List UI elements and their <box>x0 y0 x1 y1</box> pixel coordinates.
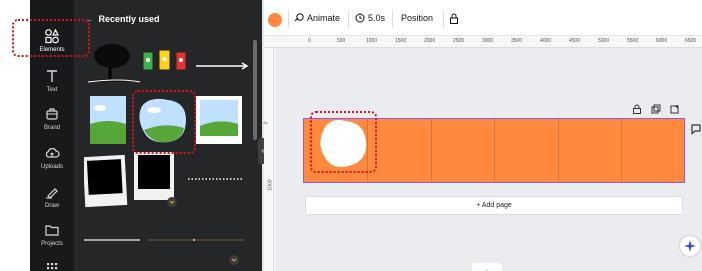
gradient-line-element[interactable] <box>148 238 244 242</box>
rail-uploads[interactable]: Uploads <box>30 145 74 170</box>
page-tools <box>632 104 680 116</box>
ruler-tick: 5000 <box>598 38 610 44</box>
duplicate-page-icon[interactable] <box>651 104 661 114</box>
arrow-line-element[interactable] <box>196 62 249 70</box>
ruler-tick: 2500 <box>453 38 465 44</box>
add-page-icon[interactable] <box>670 104 680 114</box>
ruler-tick: 4500 <box>569 38 581 44</box>
photo-frame-element[interactable] <box>196 96 242 144</box>
toolbar-separator <box>443 10 444 28</box>
sparkle-icon <box>684 240 696 252</box>
panel-header: ← Recently used <box>84 14 160 24</box>
highlight-elements-tab <box>12 19 90 57</box>
toolbar-separator <box>288 10 289 28</box>
ruler-tick: 3000 <box>482 38 494 44</box>
rect-frame-element[interactable] <box>90 96 126 144</box>
show-pages-toggle[interactable] <box>472 263 502 271</box>
ruler-tick: 500 <box>337 38 346 44</box>
draw-icon <box>46 188 58 199</box>
top-toolbar: Animate 5.0s Position <box>264 0 702 36</box>
ruler-tick: 5500 <box>627 38 639 44</box>
recent-row-3 <box>84 152 242 208</box>
grid-divider <box>494 119 495 182</box>
grid-divider <box>558 119 559 182</box>
assistant-button[interactable] <box>680 236 700 256</box>
horizontal-ruler: 0 500 1000 1500 2000 2500 3000 3500 4000… <box>264 36 702 48</box>
apps-grid-icon <box>47 263 58 270</box>
panel-title: Recently used <box>98 14 160 24</box>
animate-button[interactable]: Animate <box>294 13 340 23</box>
brand-icon <box>46 108 58 120</box>
rail-brand[interactable]: Brand <box>30 106 74 131</box>
position-label: Position <box>401 13 434 23</box>
comment-icon[interactable] <box>690 123 702 135</box>
projects-icon <box>45 225 59 236</box>
recent-row-1 <box>84 44 249 83</box>
clock-icon <box>355 13 365 23</box>
polaroid-frame-2-element[interactable] <box>134 152 174 200</box>
highlight-canvas-frame <box>310 111 377 173</box>
rail-projects-label: Projects <box>41 241 63 247</box>
rail-text-label: Text <box>46 87 58 93</box>
recent-row-4 <box>84 238 244 265</box>
animate-icon <box>294 13 304 22</box>
toolbar-separator <box>348 10 349 28</box>
lock-button[interactable] <box>449 13 459 24</box>
rail-uploads-label: Uploads <box>40 164 63 170</box>
text-icon <box>47 70 57 82</box>
tree-silhouette-element[interactable] <box>84 44 141 83</box>
vertical-ruler: 0 1000 <box>263 48 274 271</box>
ruler-tick: 4000 <box>540 38 552 44</box>
grid-divider <box>431 119 432 182</box>
ruler-tick: 0 <box>263 121 270 125</box>
panel-scrollbar[interactable] <box>253 40 257 140</box>
ruler-tick: 6000 <box>656 38 668 44</box>
ruler-tick: 3500 <box>511 38 523 44</box>
rail-text[interactable]: Text <box>30 68 74 93</box>
ruler-tick: 0 <box>308 38 311 44</box>
ruler-tick: 2000 <box>424 38 436 44</box>
rail-brand-label: Brand <box>43 125 60 131</box>
rail-draw[interactable]: Draw <box>30 184 74 209</box>
duration-label: 5.0s <box>368 13 386 23</box>
rail-projects[interactable]: Projects <box>30 222 74 247</box>
color-swatch[interactable] <box>268 13 282 27</box>
ruler-tick: 1000 <box>366 38 378 44</box>
ruler-tick: 6500 <box>685 38 697 44</box>
ruler-tick: 1000 <box>267 179 274 191</box>
uploads-icon <box>45 148 60 158</box>
duration-button[interactable]: 5.0s <box>355 13 385 23</box>
add-page-label: + Add page <box>476 202 512 209</box>
grid-divider <box>621 119 622 182</box>
add-page-button[interactable]: + Add page <box>305 196 683 215</box>
lock-icon <box>450 13 458 24</box>
ruler-tick: 1500 <box>395 38 407 44</box>
highlight-blob-frame <box>132 90 196 154</box>
position-button[interactable]: Position <box>401 13 433 23</box>
toolbar-separator <box>392 10 393 28</box>
lock-page-icon[interactable] <box>632 104 642 114</box>
rail-draw-label: Draw <box>44 203 59 209</box>
polaroid-frame-1-element[interactable] <box>84 154 128 208</box>
cups-element[interactable] <box>142 49 187 71</box>
animate-label: Animate <box>307 13 341 23</box>
rail-apps[interactable] <box>30 260 74 271</box>
